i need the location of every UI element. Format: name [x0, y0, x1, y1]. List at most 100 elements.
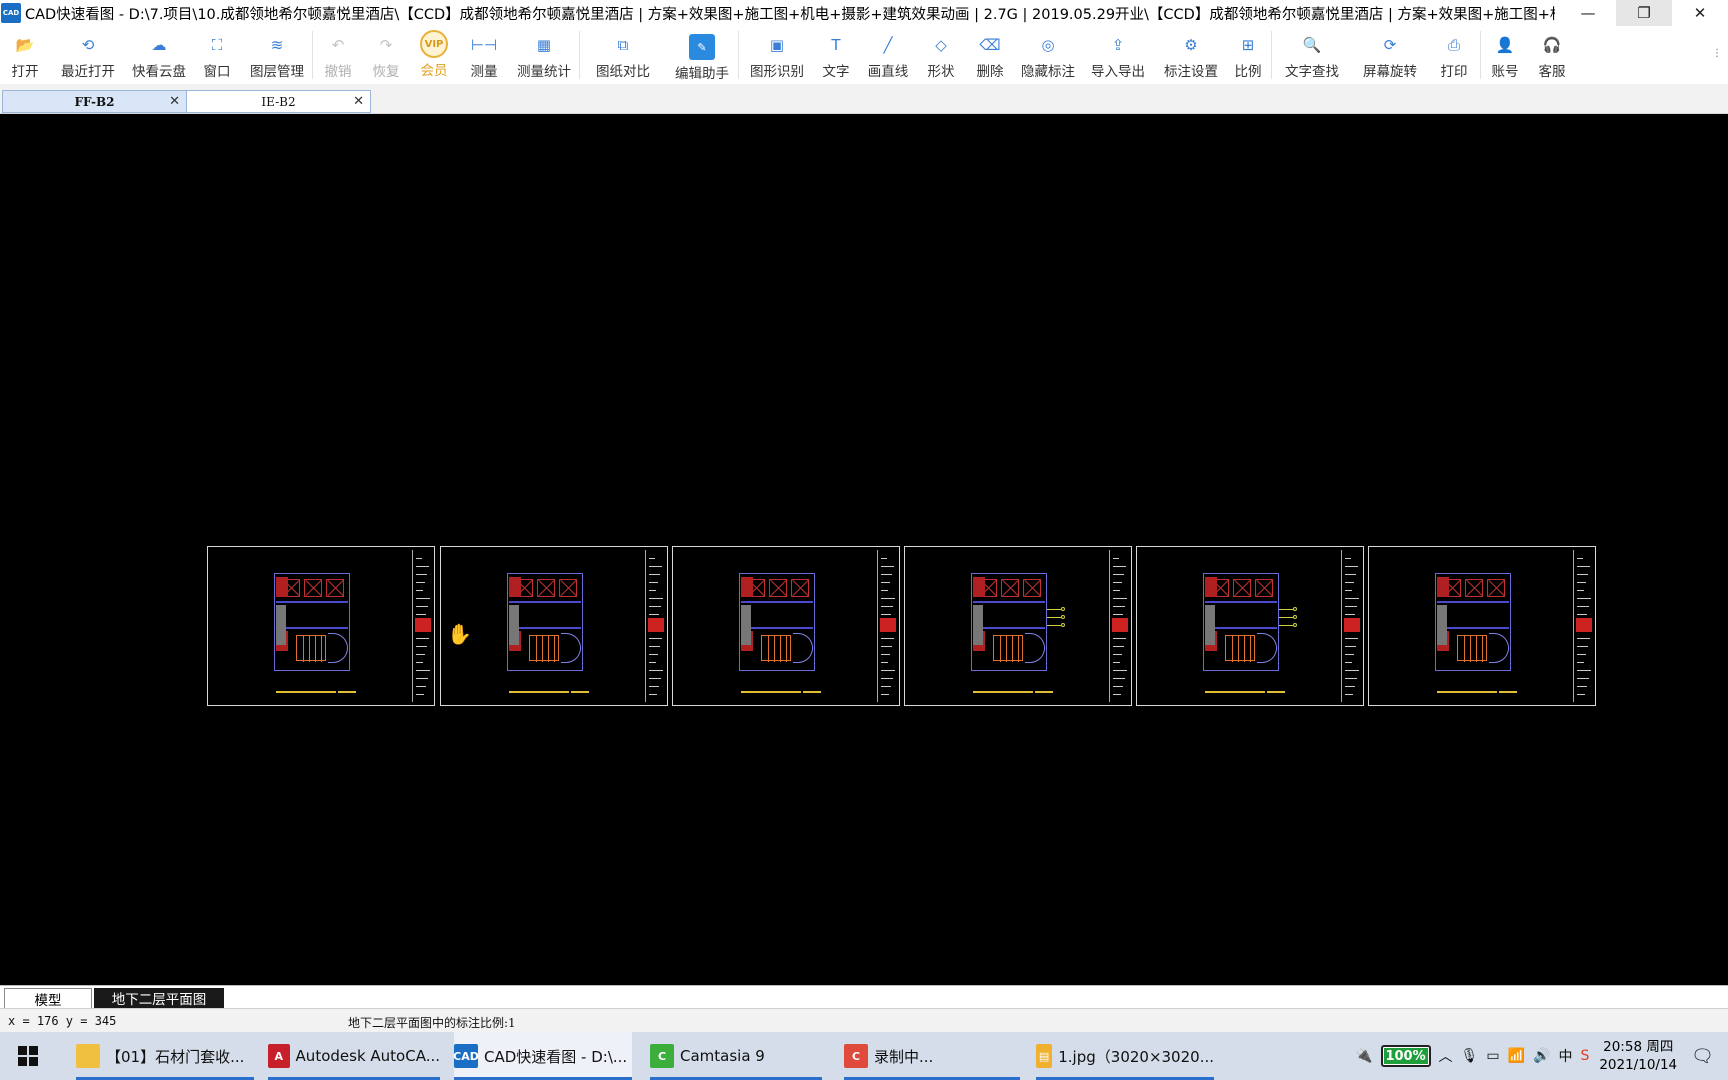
print-button[interactable]: ⎙ 打印	[1428, 26, 1480, 84]
headset-icon: 🎧	[1542, 36, 1562, 54]
cursor-coordinates: x = 176 y = 345	[8, 1014, 117, 1028]
taskbar-item-recorder[interactable]: C 录制中...	[844, 1032, 1020, 1080]
battery-indicator[interactable]: 100%	[1380, 1045, 1431, 1067]
vip-button[interactable]: VIP 会员	[409, 26, 459, 84]
tab-label: FF-B2	[74, 94, 115, 109]
camtasia-icon: C	[650, 1044, 674, 1068]
redo-label: 恢复	[372, 64, 400, 80]
start-button[interactable]	[0, 1032, 56, 1080]
image-viewer-icon: ▤	[1036, 1044, 1053, 1068]
volume-icon[interactable]: 🔊	[1533, 1048, 1550, 1064]
taskbar-item-folder[interactable]: 【01】石材门套收...	[76, 1032, 254, 1080]
import-export-icon: ⇪	[1111, 36, 1125, 54]
tab-ie-b2[interactable]: IE-B2 ✕	[186, 90, 371, 113]
measure-stats-button[interactable]: ▦ 测量统计	[509, 26, 579, 84]
rotate-screen-icon: ⟳	[1383, 36, 1397, 54]
measure-label: 测量	[470, 64, 498, 80]
drawing-sheet[interactable]	[440, 546, 668, 706]
window-button[interactable]: ⛶ 窗口	[192, 26, 242, 84]
drawing-sheet[interactable]	[672, 546, 900, 706]
shape-recognize-button[interactable]: ▣ 图形识别	[739, 26, 815, 84]
floor-plan	[274, 573, 350, 671]
scale-button[interactable]: ⊞ 比例	[1225, 26, 1271, 84]
floor-plan	[1435, 573, 1511, 671]
import-export-button[interactable]: ⇪ 导入导出	[1079, 26, 1157, 84]
tab-basement-2-plan[interactable]: 地下二层平面图	[94, 988, 224, 1008]
rotate-screen-button[interactable]: ⟳ 屏幕旋转	[1352, 26, 1428, 84]
print-label: 打印	[1440, 64, 1468, 80]
clock[interactable]: 20:58 周四 2021/10/14	[1599, 1038, 1677, 1074]
drawing-canvas[interactable]: ✋	[0, 114, 1728, 985]
text-button[interactable]: T 文字	[815, 26, 857, 84]
floor-plan	[1203, 573, 1279, 671]
microphone-icon[interactable]: 🎙	[1461, 1048, 1479, 1064]
toolbar: 📂 打开 ⟲ 最近打开 ☁ 快看云盘 ⛶ 窗口 ≋ 图层管理 ↶ 撤销 ↷ 恢复 VIP 会员 …	[0, 26, 1728, 84]
text-search-label: 文字查找	[1285, 64, 1339, 80]
notification-icon[interactable]: 🗨	[1691, 1046, 1714, 1067]
layer-manager-button[interactable]: ≋ 图层管理	[242, 26, 312, 84]
title-block	[1341, 550, 1361, 702]
drawing-sheet[interactable]	[1368, 546, 1596, 706]
taskbar-item-camtasia[interactable]: C Camtasia 9	[650, 1032, 822, 1080]
taskbar-item-label: 【01】石材门套收...	[106, 1047, 245, 1066]
tab-model[interactable]: 模型	[4, 988, 92, 1009]
drawing-sheet[interactable]	[1136, 546, 1364, 706]
hide-annotation-button[interactable]: ◎ 隐藏标注	[1017, 26, 1079, 84]
cloud-drive-label: 快看云盘	[132, 64, 186, 80]
cloud-icon: ☁	[151, 36, 167, 54]
recent-button[interactable]: ⟲ 最近打开	[50, 26, 126, 84]
taskbar-item-image-viewer[interactable]: ▤ 1.jpg（3020×3020...	[1036, 1032, 1214, 1080]
power-plug-icon[interactable]: 🔌	[1355, 1048, 1372, 1064]
restore-button[interactable]: ❐	[1616, 0, 1672, 26]
account-icon: 👤	[1495, 36, 1515, 54]
minimize-button[interactable]: —	[1560, 0, 1616, 26]
taskbar: 【01】石材门套收... A Autodesk AutoCA... CAD CA…	[0, 1032, 1728, 1080]
floor-plan	[971, 573, 1047, 671]
window-title: CAD快速看图 - D:\7.项目\10.成都领地希尔顿嘉悦里酒店\【CCD】成…	[25, 6, 1555, 23]
taskbar-item-label: CAD快速看图 - D:\...	[484, 1047, 628, 1066]
measure-button[interactable]: ⊢⊣ 测量	[459, 26, 509, 84]
chevron-up-icon[interactable]: ︿	[1439, 1046, 1453, 1066]
account-label: 账号	[1491, 64, 1519, 80]
windows-icon	[18, 1046, 38, 1066]
delete-button[interactable]: ⌫ 删除	[963, 26, 1017, 84]
delete-label: 删除	[976, 64, 1004, 80]
taskbar-item-cad-viewer[interactable]: CAD CAD快速看图 - D:\...	[453, 1032, 632, 1080]
close-icon[interactable]: ✕	[169, 94, 180, 109]
edit-helper-button[interactable]: ✎ 编辑助手	[666, 26, 738, 84]
drawing-sheet[interactable]	[207, 546, 435, 706]
undo-icon: ↶	[331, 36, 345, 54]
redo-button[interactable]: ↷ 恢复	[363, 26, 409, 84]
annotation-settings-icon: ⚙	[1184, 36, 1198, 54]
open-button[interactable]: 📂 打开	[0, 26, 50, 84]
account-button[interactable]: 👤 账号	[1481, 26, 1529, 84]
shape-button[interactable]: ◇ 形状	[919, 26, 963, 84]
text-search-button[interactable]: 🔍 文字查找	[1272, 26, 1352, 84]
compare-button[interactable]: ⧉ 图纸对比	[580, 26, 666, 84]
cloud-drive-button[interactable]: ☁ 快看云盘	[126, 26, 192, 84]
tab-ff-b2[interactable]: FF-B2 ✕	[2, 90, 187, 113]
sogou-ime-icon[interactable]: S	[1580, 1048, 1589, 1064]
annotation-settings-button[interactable]: ⚙ 标注设置	[1157, 26, 1225, 84]
open-label: 打开	[11, 64, 39, 80]
folder-icon	[76, 1044, 100, 1068]
battery-icon: 100%	[1380, 1045, 1431, 1067]
measure-icon: ⊢⊣	[470, 36, 498, 54]
cad-viewer-window: CAD CAD快速看图 - D:\7.项目\10.成都领地希尔顿嘉悦里酒店\【C…	[0, 0, 1728, 1080]
ime-indicator[interactable]: 中	[1558, 1046, 1572, 1066]
undo-button[interactable]: ↶ 撤销	[313, 26, 363, 84]
title-block	[877, 550, 897, 702]
clock-time: 20:58 周四	[1603, 1039, 1674, 1055]
close-button[interactable]: ✕	[1672, 0, 1728, 26]
more-icon[interactable]: ⋮	[1712, 48, 1722, 59]
drawing-sheet[interactable]	[904, 546, 1132, 706]
close-icon[interactable]: ✕	[353, 94, 364, 109]
floor-plan	[507, 573, 583, 671]
system-tray: 🔌 100% ︿ 🎙 ▭ 📶 🔊 中 S 20:58 周四 2021/10/14…	[1351, 1032, 1728, 1080]
draw-line-button[interactable]: ╱ 画直线	[857, 26, 919, 84]
usb-drive-icon[interactable]: ▭	[1486, 1048, 1499, 1064]
taskbar-item-autocad[interactable]: A Autodesk AutoCA...	[268, 1032, 440, 1080]
title-block	[1573, 550, 1593, 702]
wifi-icon[interactable]: 📶	[1508, 1048, 1525, 1064]
support-button[interactable]: 🎧 客服	[1529, 26, 1575, 84]
